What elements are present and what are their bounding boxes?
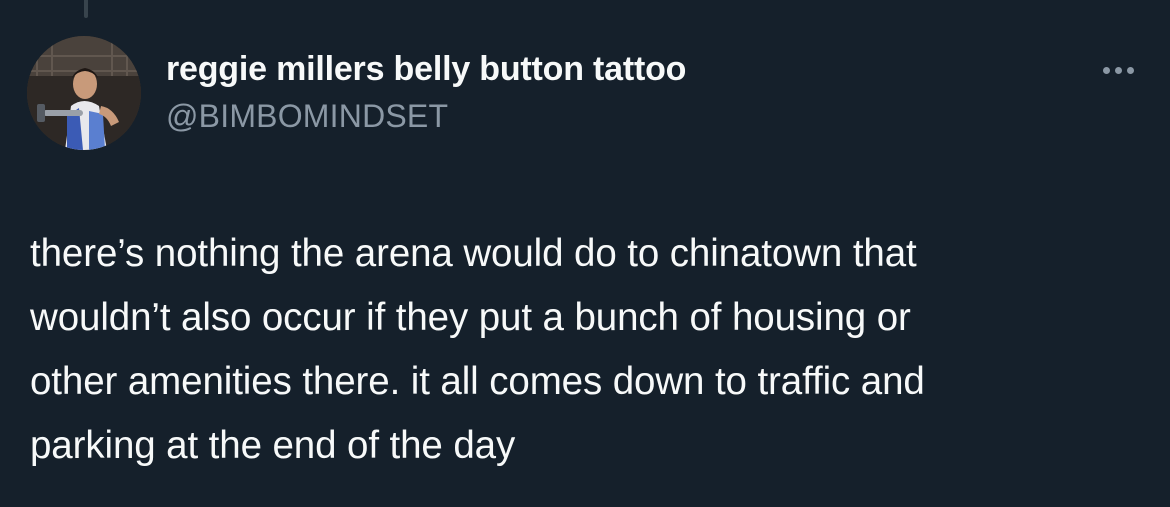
more-options-button[interactable]	[1090, 58, 1146, 82]
more-horizontal-icon-dot	[1114, 66, 1122, 74]
avatar[interactable]	[27, 36, 141, 150]
more-horizontal-icon	[1102, 66, 1110, 74]
thread-connector-line	[84, 0, 88, 18]
author-handle[interactable]: @BIMBOMINDSET	[166, 98, 448, 135]
author-display-name[interactable]: reggie millers belly button tattoo	[166, 50, 686, 89]
avatar-photo	[27, 36, 141, 150]
more-horizontal-icon-dot	[1126, 66, 1134, 74]
tweet-text: there’s nothing the arena would do to ch…	[30, 232, 925, 467]
